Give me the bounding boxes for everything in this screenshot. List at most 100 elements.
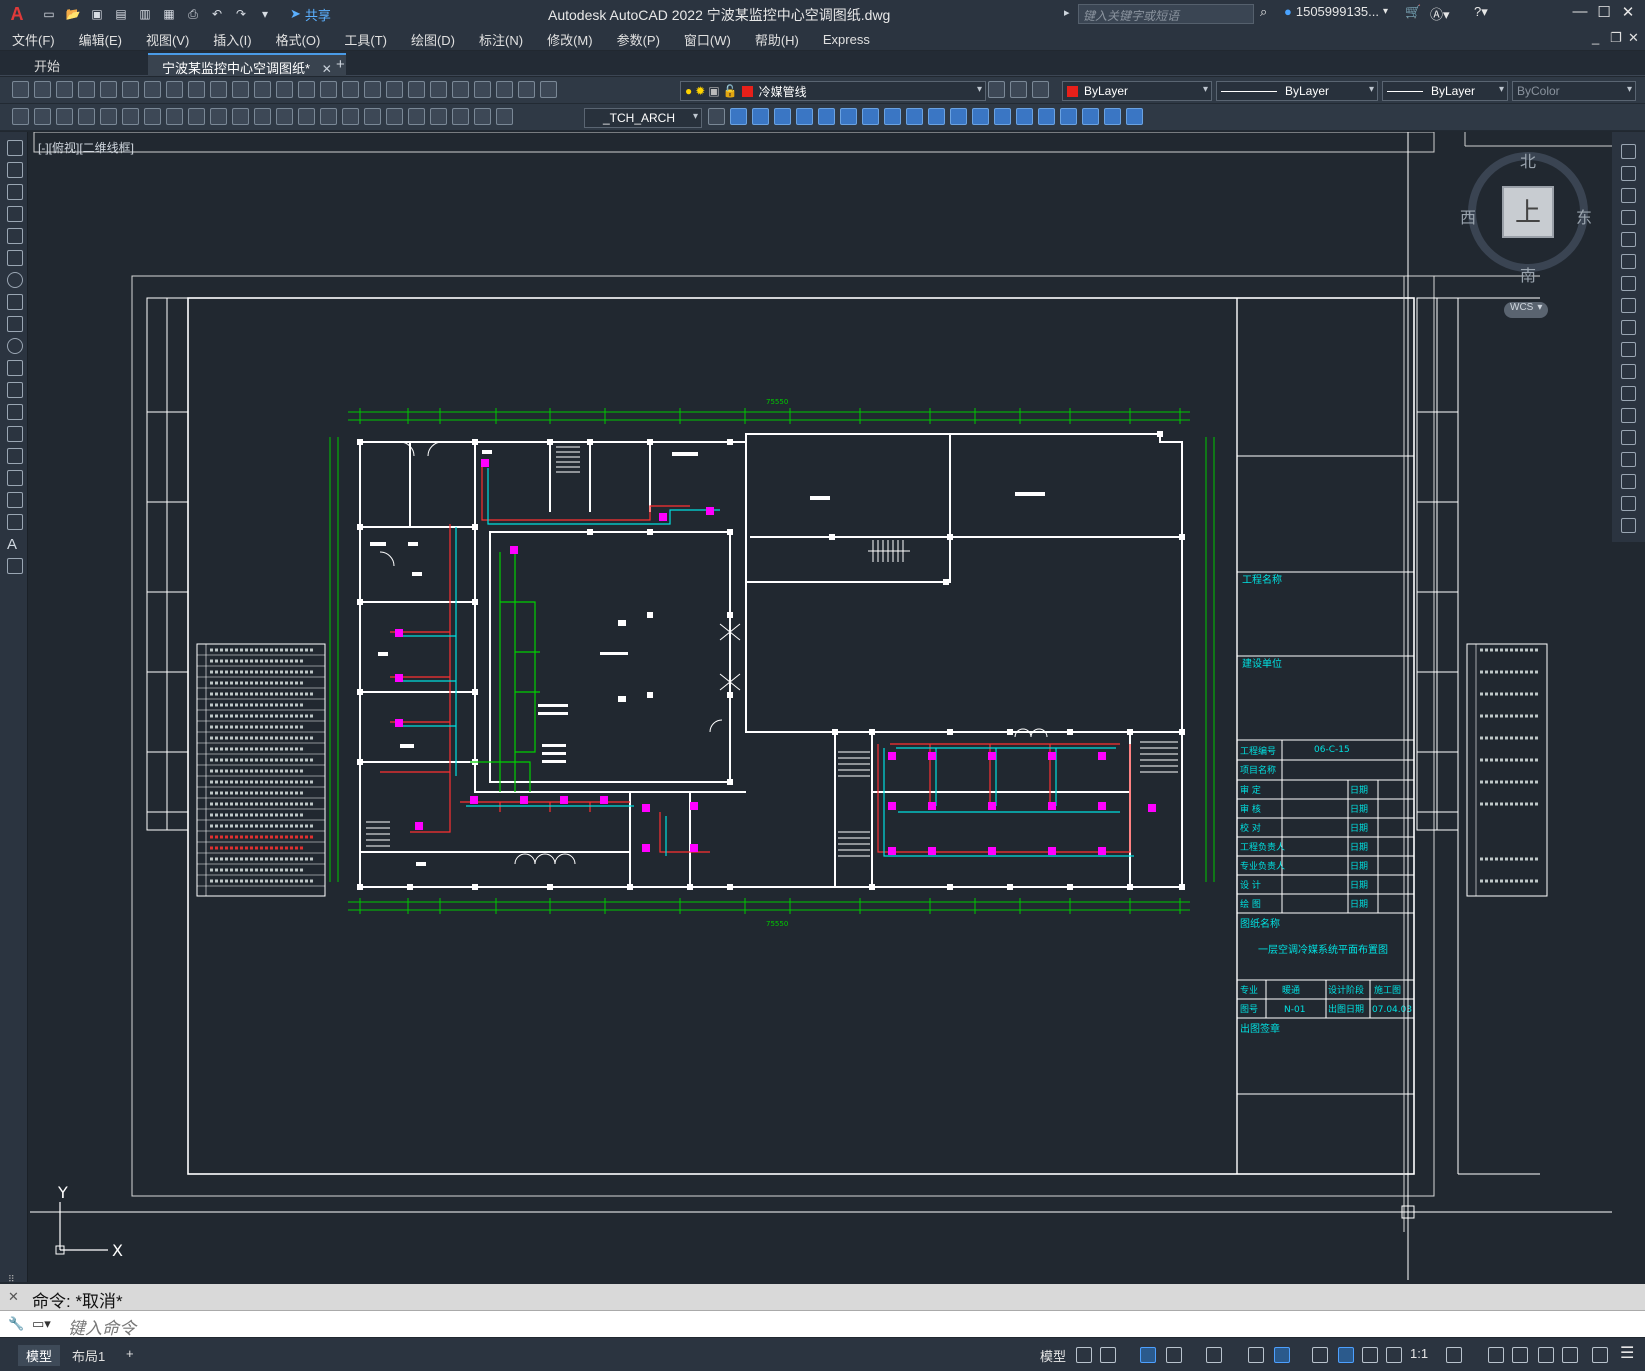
minimize-button[interactable]: —	[1568, 3, 1592, 25]
design-center-icon[interactable]	[408, 81, 425, 98]
menu-window[interactable]: 窗口(W)	[684, 30, 731, 49]
radius-dim-icon[interactable]	[166, 108, 183, 125]
hatch-icon[interactable]	[7, 448, 23, 464]
open-icon[interactable]	[34, 81, 51, 98]
preview-icon[interactable]	[100, 81, 117, 98]
undo-icon[interactable]: ↶	[208, 5, 226, 23]
array-icon[interactable]	[1621, 232, 1636, 247]
add-selected-icon[interactable]	[7, 558, 23, 574]
wcs-menu[interactable]: WCS ▾	[1504, 302, 1548, 318]
grid-icon[interactable]	[1076, 1347, 1092, 1363]
stretch-icon[interactable]	[906, 108, 923, 125]
help-icon[interactable]	[518, 81, 535, 98]
layer-properties-icon[interactable]	[540, 81, 557, 98]
dim-style-icon[interactable]	[12, 108, 29, 125]
autodesk-app-icon[interactable]: Ⓐ▾	[1430, 4, 1450, 23]
snap-icon[interactable]	[1100, 1347, 1116, 1363]
customize-dropdown-icon[interactable]: ▾	[256, 5, 274, 23]
polyline-icon[interactable]	[7, 184, 23, 200]
expand-arrow-icon[interactable]: ▸	[1064, 6, 1070, 19]
plot-icon[interactable]	[78, 81, 95, 98]
doc-close-button[interactable]: ✕	[1628, 30, 1639, 46]
offset-icon[interactable]	[1621, 210, 1636, 225]
save-icon[interactable]	[56, 81, 73, 98]
array-icon[interactable]	[818, 108, 835, 125]
gear-icon[interactable]	[1446, 1347, 1462, 1363]
mirror-icon[interactable]	[774, 108, 791, 125]
layer-previous-icon[interactable]	[1010, 81, 1027, 98]
redo-icon[interactable]: ↷	[232, 5, 250, 23]
fillet-icon[interactable]	[1621, 474, 1636, 489]
menu-dimension[interactable]: 标注(N)	[479, 30, 523, 49]
doc-restore-button[interactable]: ❐	[1610, 30, 1622, 46]
share-button[interactable]: ➤ 共享	[290, 5, 331, 24]
inspection-icon[interactable]	[408, 108, 425, 125]
tab-start[interactable]: 开始	[20, 53, 74, 76]
diameter-dim-icon[interactable]	[210, 108, 227, 125]
command-input[interactable]: 键入命令	[0, 1310, 1645, 1338]
new-tab-button[interactable]: +	[336, 56, 345, 73]
cut-icon[interactable]	[144, 81, 161, 98]
join-icon[interactable]	[994, 108, 1011, 125]
menu-modify[interactable]: 修改(M)	[547, 30, 593, 49]
trim-icon[interactable]	[928, 108, 945, 125]
blend-curves-icon[interactable]	[1621, 496, 1636, 511]
erase-icon[interactable]	[1621, 144, 1636, 159]
center-mark-icon[interactable]	[386, 108, 403, 125]
model-space-svg[interactable]: 工程名称 建设单位 工程编号 06-C-15 项目名称 审 定 审 核 校 对 …	[30, 132, 1612, 1280]
break-at-point-icon[interactable]	[1621, 386, 1636, 401]
baseline-dim-icon[interactable]	[276, 108, 293, 125]
zoom-realtime-icon[interactable]	[320, 81, 337, 98]
menu-file[interactable]: 文件(F)	[12, 30, 55, 49]
help-icon[interactable]: ?▾	[1474, 4, 1488, 20]
ortho-icon[interactable]	[1206, 1347, 1222, 1363]
spline-icon[interactable]	[7, 316, 23, 332]
markup-icon[interactable]	[474, 81, 491, 98]
blend-icon[interactable]	[1060, 108, 1077, 125]
menu-help[interactable]: 帮助(H)	[755, 30, 799, 49]
chamfer-icon[interactable]	[1621, 452, 1636, 467]
make-block-icon[interactable]	[7, 404, 23, 420]
infer-constraints-icon[interactable]	[1140, 1347, 1156, 1363]
hardware-acceleration-icon[interactable]	[1538, 1347, 1554, 1363]
publish-icon[interactable]: ▦	[160, 5, 178, 23]
scale-icon[interactable]	[1621, 298, 1636, 313]
move-icon[interactable]	[840, 108, 857, 125]
trim-icon[interactable]	[1621, 342, 1636, 357]
copy-icon[interactable]	[1621, 166, 1636, 181]
multiline-text-icon[interactable]: A	[7, 536, 23, 553]
recent-commands-icon[interactable]: ▭▾	[32, 1316, 51, 1332]
menu-tools[interactable]: 工具(T)	[344, 30, 387, 49]
dim-text-edit-icon[interactable]	[474, 108, 491, 125]
publish-icon[interactable]	[122, 81, 139, 98]
erase-icon[interactable]	[730, 108, 747, 125]
grip-icon[interactable]: ⠿	[8, 1274, 15, 1285]
undo-icon[interactable]	[254, 81, 271, 98]
gradient-icon[interactable]	[7, 470, 23, 486]
close-button[interactable]: ✕	[1616, 3, 1640, 25]
new-file-icon[interactable]: ▭	[40, 5, 58, 23]
rotate-icon[interactable]	[1621, 276, 1636, 291]
ordinate-dim-icon[interactable]	[144, 108, 161, 125]
dynamic-input-icon[interactable]	[1166, 1347, 1182, 1363]
offset-icon[interactable]	[796, 108, 813, 125]
viewcube-west[interactable]: 西	[1460, 204, 1476, 228]
dim-edit-icon[interactable]	[452, 108, 469, 125]
explode-icon[interactable]	[1621, 518, 1636, 533]
group-icon[interactable]	[1126, 108, 1143, 125]
drawing-canvas[interactable]: 工程名称 建设单位 工程编号 06-C-15 项目名称 审 定 审 核 校 对 …	[30, 132, 1612, 1280]
plot-preview-icon[interactable]: ▥	[136, 5, 154, 23]
linear-dim-icon[interactable]	[78, 108, 95, 125]
cart-icon[interactable]: 🛒	[1405, 4, 1421, 20]
auto-scale-icon[interactable]	[1362, 1347, 1378, 1363]
viewcube-north[interactable]: 北	[1520, 148, 1536, 172]
jogged-dim-icon[interactable]	[188, 108, 205, 125]
angular-dim-icon[interactable]	[232, 108, 249, 125]
menu-view[interactable]: 视图(V)	[146, 30, 189, 49]
arc-length-dim-icon[interactable]	[122, 108, 139, 125]
extend-icon[interactable]	[1621, 364, 1636, 379]
scale-icon[interactable]	[884, 108, 901, 125]
menu-draw[interactable]: 绘图(D)	[411, 30, 455, 49]
circle-icon[interactable]	[7, 272, 23, 288]
clean-screen-icon[interactable]	[1562, 1347, 1578, 1363]
